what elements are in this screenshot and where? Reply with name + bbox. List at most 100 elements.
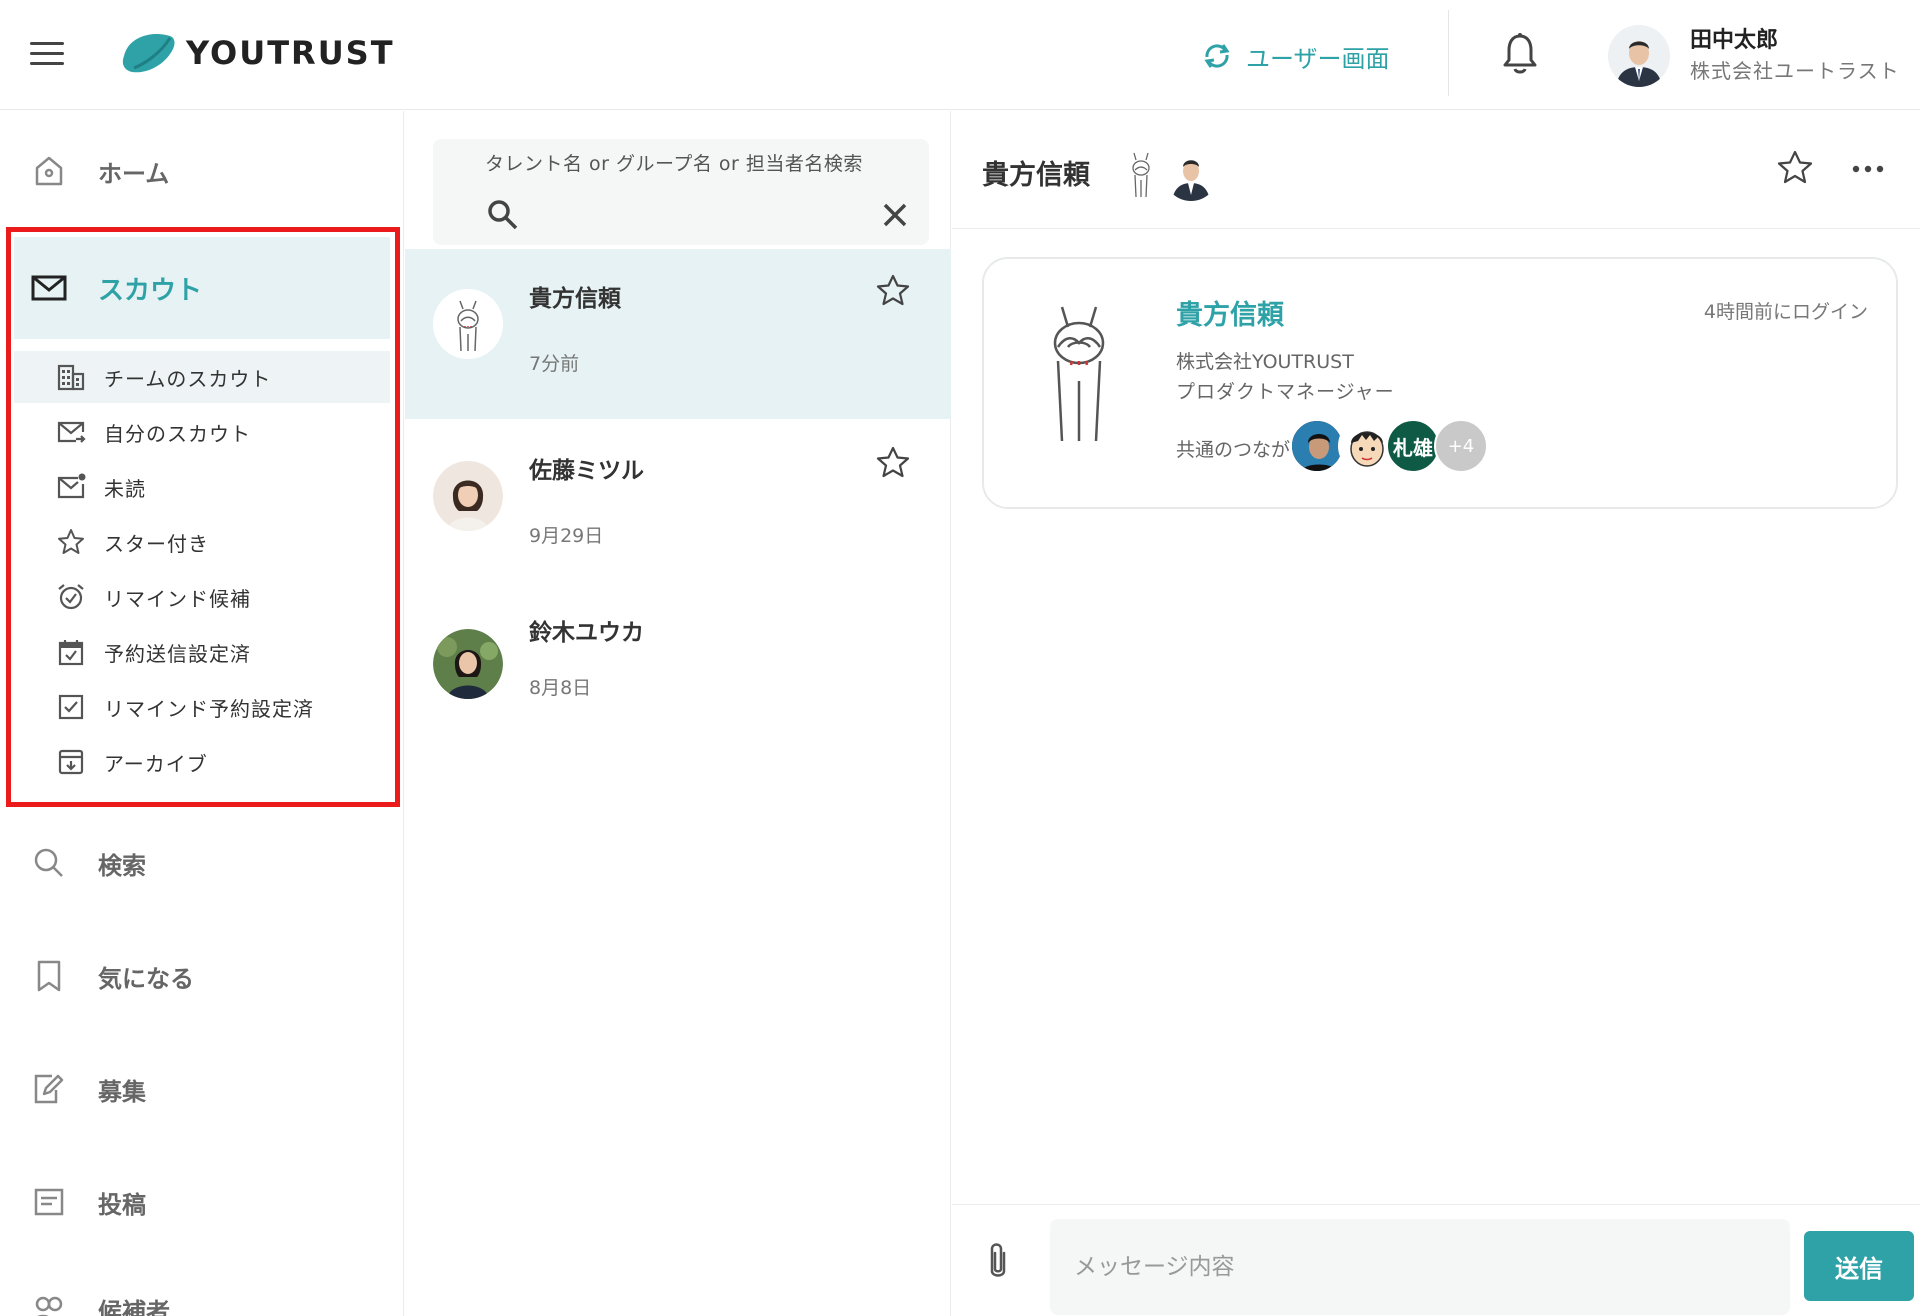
nav-home-label: ホーム [98,159,170,188]
calendar-check-icon [58,640,84,666]
conversation-item[interactable]: 佐藤ミツル 9月29日 [405,421,951,591]
left-navigation: ホーム スカウト チームのスカウト 自分のスカウト 未読 スター付き リマインド… [0,111,404,1316]
conversation-name: 貴方信頼 [529,286,621,312]
scout-sub-scheduled[interactable]: 予約送信設定済 [14,626,390,678]
sync-icon [1204,44,1230,68]
avatar [433,461,503,531]
mutual-connection-avatar[interactable]: 札雄 [1386,419,1440,473]
search-icon [34,848,63,877]
menu-icon[interactable] [30,42,64,66]
message-composer: 送信 [952,1204,1920,1316]
conversation-item[interactable]: 鈴木ユウカ 8月8日 [405,593,951,763]
scout-sub-mine[interactable]: 自分のスカウト [14,406,390,458]
building-icon [57,364,85,391]
search-placeholder: タレント名 or グループ名 or 担当者名検索 [485,153,863,175]
mutual-connection-avatar[interactable] [1290,419,1344,473]
mail-unread-icon [57,473,86,499]
conversation-item[interactable]: 貴方信頼 7分前 [405,249,951,419]
scout-sub-unread[interactable]: 未読 [14,461,390,513]
search-box: タレント名 or グループ名 or 担当者名検索 [433,139,929,245]
close-icon[interactable] [879,199,911,231]
nav-search-label: 検索 [98,851,146,880]
profile-avatar[interactable] [1024,303,1134,445]
scout-sub-mine-label: 自分のスカウト [104,421,251,446]
scout-sub-starred[interactable]: スター付き [14,516,390,568]
switch-to-user-view-link[interactable]: ユーザー画面 [1202,36,1390,76]
user-company: 株式会社ユートラスト [1690,59,1900,83]
search-input[interactable] [529,195,859,235]
star-icon [58,529,84,554]
conversation-list-pane: タレント名 or グループ名 or 担当者名検索 貴方信頼 7分前 佐藤ミツル … [405,111,951,1316]
scout-sub-team[interactable]: チームのスカウト [14,351,390,403]
conversation-name: 鈴木ユウカ [529,620,644,646]
scout-sub-unread-label: 未読 [104,476,146,501]
mutual-connections-more[interactable]: +4 [1434,419,1488,473]
nav-candidates[interactable]: 候補者 [0,1279,404,1316]
archive-icon [58,749,84,775]
conversation-name: 佐藤ミツル [529,458,644,484]
conversation-time: 9月29日 [529,525,604,547]
nav-post[interactable]: 投稿 [0,1172,404,1232]
scout-sub-remind-scheduled[interactable]: リマインド予約設定済 [14,681,390,733]
nav-recruit[interactable]: 募集 [0,1059,404,1119]
logo[interactable]: YOUTRUST [120,28,395,78]
bookmark-icon [37,960,61,992]
star-icon[interactable] [875,273,911,309]
participant-avatar[interactable] [1114,147,1168,201]
scout-sub-remind-scheduled-label: リマインド予約設定済 [104,696,314,721]
user-menu[interactable]: 田中太郎 株式会社ユートラスト [1608,20,1900,92]
star-icon[interactable] [875,445,911,481]
nav-bookmark[interactable]: 気になる [0,946,404,1006]
nav-search[interactable]: 検索 [0,833,404,893]
scout-sub-archive-label: アーカイブ [104,751,208,776]
attachment-icon[interactable] [984,1241,1012,1281]
nav-scout[interactable]: スカウト [14,237,390,339]
star-icon[interactable] [1776,149,1814,187]
people-icon [35,1296,63,1316]
scout-sub-remind-candidates[interactable]: リマインド候補 [14,571,390,623]
profile-role: プロダクトマネージャー [1176,381,1395,403]
nav-recruit-label: 募集 [98,1077,146,1106]
more-options-icon[interactable] [1850,159,1886,179]
search-icon[interactable] [485,197,521,233]
user-name: 田中太郎 [1690,28,1779,53]
scout-sub-archive[interactable]: アーカイブ [14,736,390,788]
mutual-connections-label: 共通のつながり [1176,439,1310,461]
scout-sub-team-label: チームのスカウト [104,366,272,391]
edit-document-icon [34,1074,64,1104]
checkbox-icon [58,694,84,720]
nav-post-label: 投稿 [98,1190,146,1219]
avatar [433,629,503,699]
message-input[interactable] [1050,1219,1790,1315]
alarm-icon [58,584,84,610]
scout-sub-remind-candidates-label: リマインド候補 [104,586,251,611]
profile-card: 貴方信頼 4時間前にログイン 株式会社YOUTRUST プロダクトマネージャー … [982,257,1898,509]
brand-name: YOUTRUST [186,34,395,72]
last-login-text: 4時間前にログイン [1703,301,1868,323]
bell-icon[interactable] [1500,32,1540,76]
switch-label: ユーザー画面 [1246,44,1390,73]
mutual-avatar-text: 札雄 [1393,435,1433,460]
chat-title: 貴方信頼 [982,160,1090,191]
mutual-connection-avatar[interactable] [1338,419,1392,473]
participant-avatar[interactable] [1164,147,1218,201]
home-icon [35,156,63,186]
nav-scout-label: スカウト [98,275,203,306]
send-button[interactable]: 送信 [1804,1231,1914,1301]
scout-sub-starred-label: スター付き [104,531,209,556]
chat-pane: 貴方信頼 貴方信頼 4時間前にログイン 株式会社YOUTRUST プロダクトマネ… [952,111,1920,1316]
mail-send-icon [57,421,86,443]
conversation-time: 8月8日 [529,677,592,699]
nav-candidates-label: 候補者 [98,1297,170,1316]
logo-mark-icon [122,34,175,73]
profile-name-link[interactable]: 貴方信頼 [1176,293,1284,332]
post-icon [34,1188,64,1216]
mutual-more-count: +4 [1447,435,1475,457]
scout-sub-scheduled-label: 予約送信設定済 [104,641,251,666]
user-avatar [1608,25,1670,87]
nav-home[interactable]: ホーム [0,141,404,201]
avatar [433,289,503,359]
chat-header: 貴方信頼 [952,111,1920,229]
header-divider [1448,10,1449,96]
conversation-time: 7分前 [529,353,580,375]
